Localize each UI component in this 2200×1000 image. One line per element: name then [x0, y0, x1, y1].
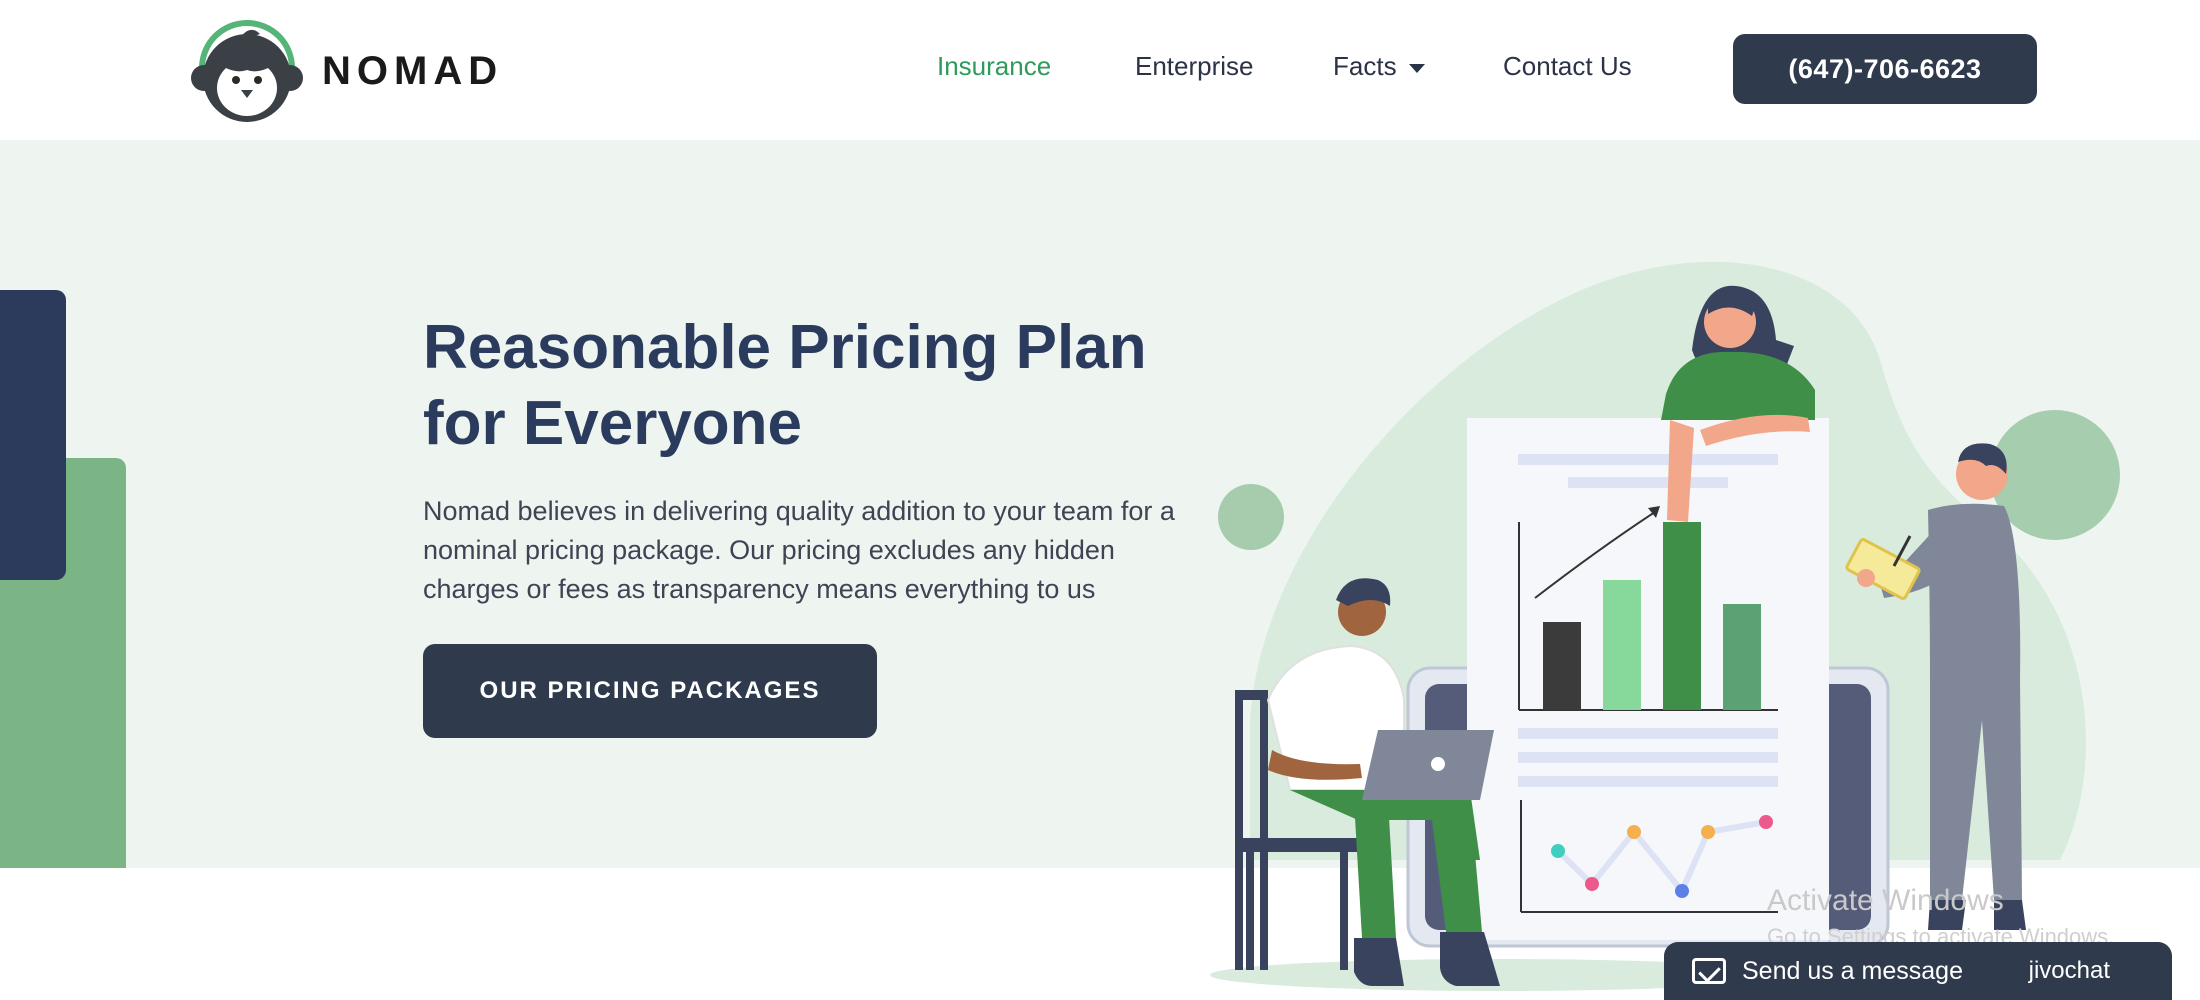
hero-description-line2: nominal pricing package. Our pricing exc… — [423, 535, 1115, 565]
phone-button[interactable]: (647)-706-6623 — [1733, 34, 2037, 104]
chat-widget[interactable]: Send us a message jivochat — [1664, 942, 2172, 1000]
decorative-navy-block — [0, 290, 66, 580]
nav-item-contact-us[interactable]: Contact Us — [1503, 51, 1632, 82]
chat-widget-brand: jivochat — [2028, 957, 2110, 984]
hero-title-line2: for Everyone — [423, 389, 803, 458]
hero-description-line1: Nomad believes in delivering quality add… — [423, 496, 1175, 526]
site-header: NOMAD Insurance Enterprise Facts Contact… — [0, 0, 2200, 140]
envelope-icon — [1692, 958, 1726, 984]
hero-description-line3: charges or fees as transparency means ev… — [423, 574, 1096, 604]
chevron-down-icon — [1408, 63, 1425, 73]
chat-widget-label: Send us a message — [1742, 956, 1963, 985]
board-dot — [1585, 877, 1599, 891]
hero-description: Nomad believes in delivering quality add… — [423, 492, 1283, 609]
windows-activation-watermark: Activate Windows — [1767, 884, 2004, 917]
pricing-packages-button[interactable]: OUR PRICING PACKAGES — [423, 644, 877, 738]
hero-title-line1: Reasonable Pricing Plan — [423, 313, 1147, 382]
nav-item-facts-label: Facts — [1333, 51, 1397, 81]
nav-item-enterprise[interactable]: Enterprise — [1135, 51, 1254, 82]
hero-section: Reasonable Pricing Plan for Everyone Nom… — [0, 140, 2200, 868]
board-dot — [1675, 884, 1689, 898]
hero-title: Reasonable Pricing Plan for Everyone — [423, 310, 1323, 462]
nav-item-facts[interactable]: Facts — [1333, 51, 1425, 82]
nav-item-insurance[interactable]: Insurance — [937, 51, 1051, 82]
